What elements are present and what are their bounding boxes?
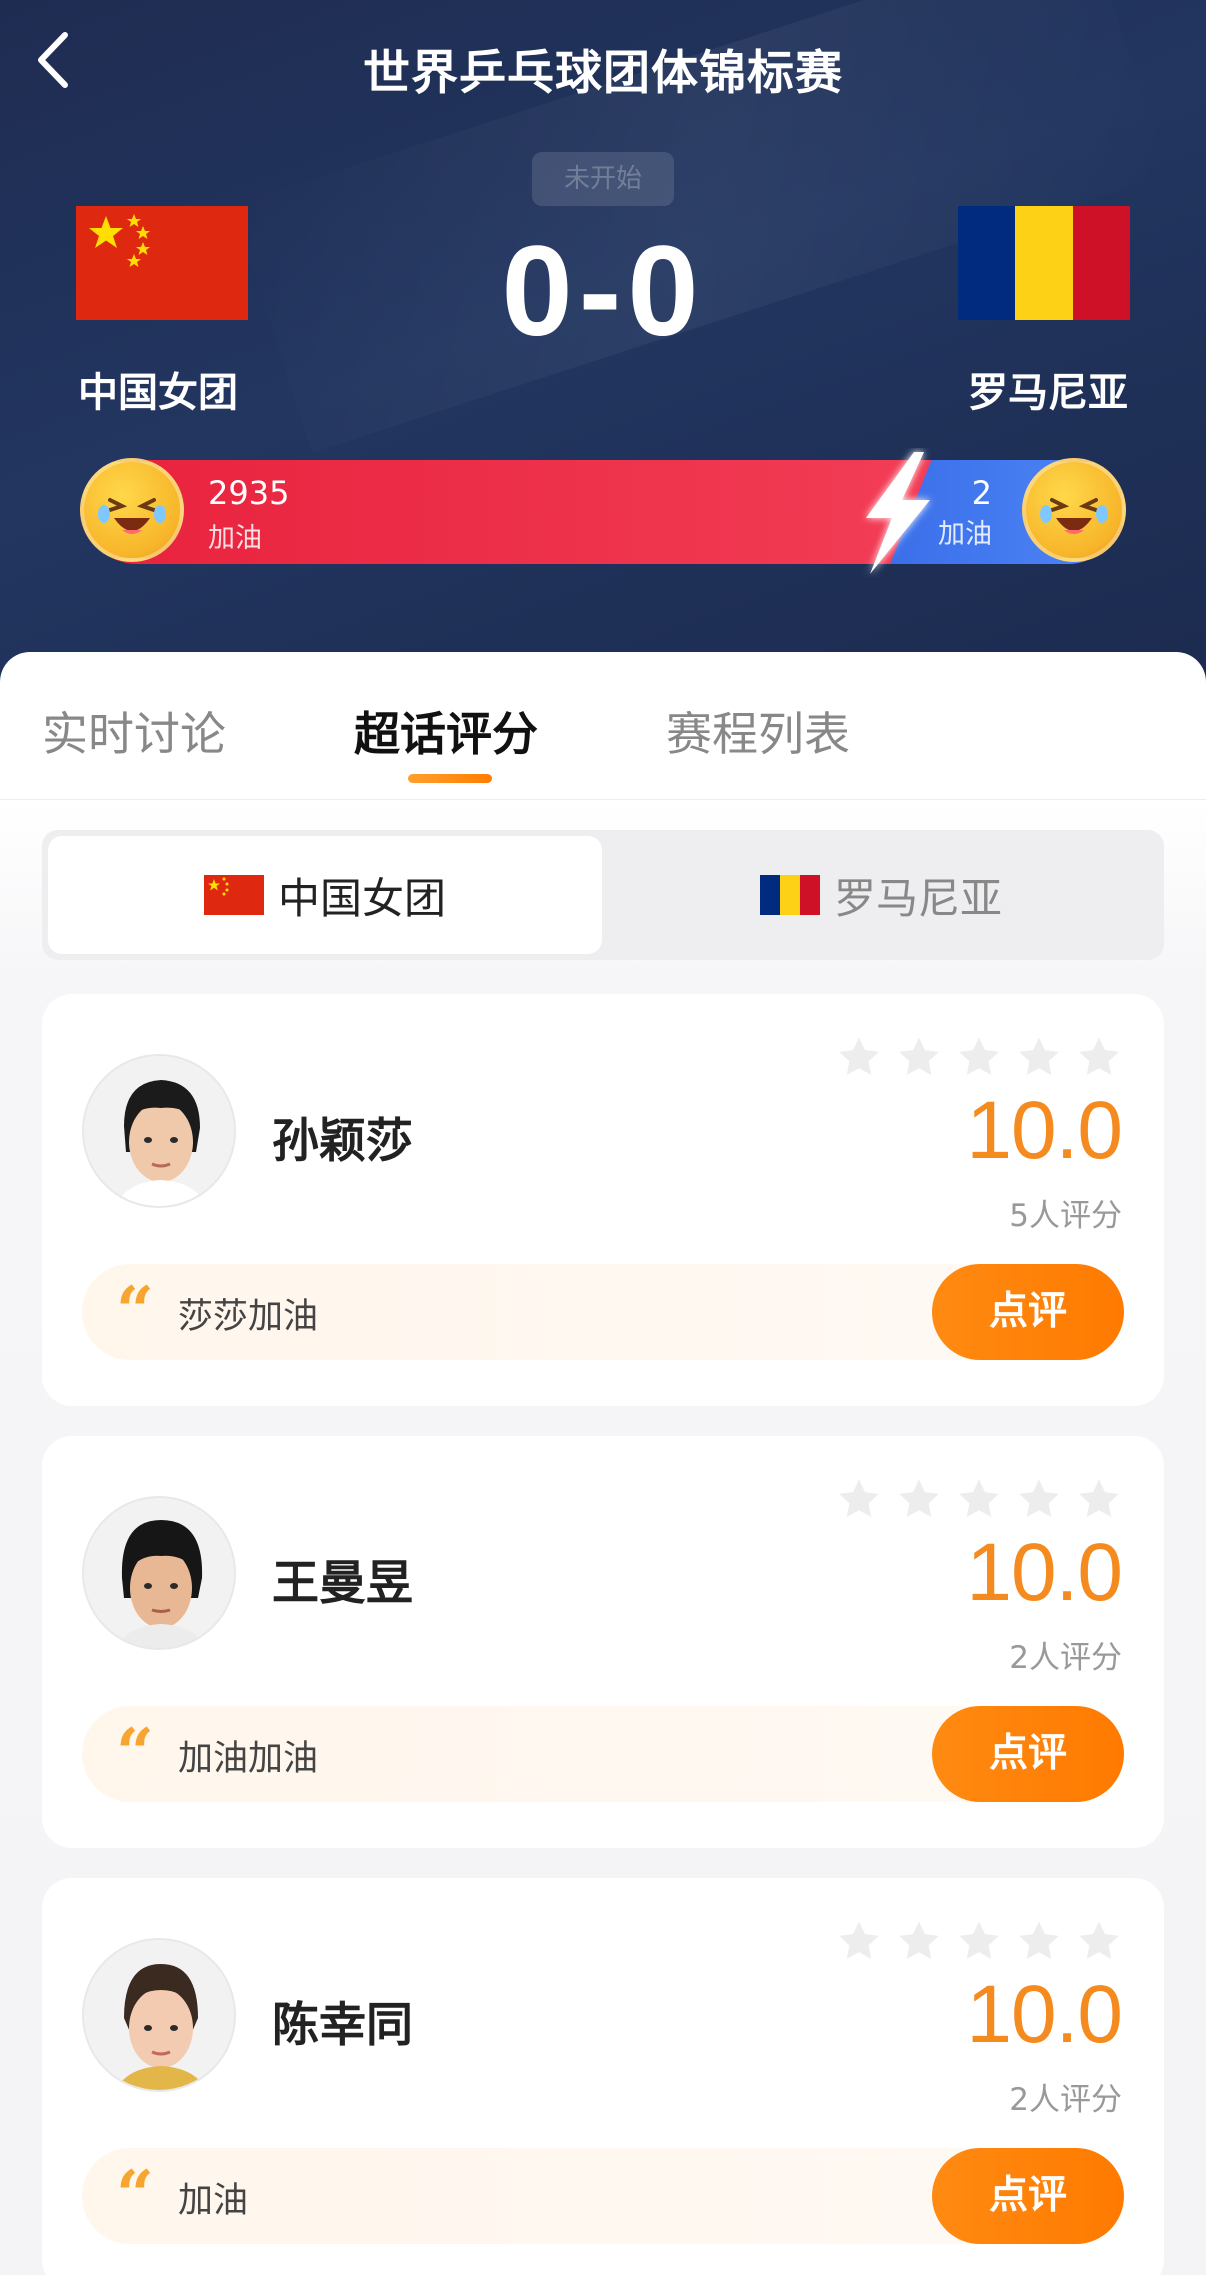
- player-name: 陈幸同: [272, 1998, 413, 2053]
- star-icon[interactable]: [956, 1476, 1002, 1522]
- comment-row[interactable]: “ 加油 点评: [82, 2148, 1124, 2244]
- home-support-count: 2935: [208, 474, 290, 512]
- star-icon[interactable]: [836, 1034, 882, 1080]
- star-icon[interactable]: [1016, 1918, 1062, 1964]
- star-icon[interactable]: [1076, 1918, 1122, 1964]
- player-card: 王曼昱 10.0 2人评分 “ 加油加油 点评: [42, 1436, 1164, 1848]
- player-avatar[interactable]: [82, 1938, 236, 2092]
- player-rating: 10.0: [966, 1527, 1123, 1618]
- romania-flag-icon: [759, 875, 820, 915]
- toggle-home-team[interactable]: 中国女团: [48, 836, 602, 954]
- team-toggle: 中国女团 罗马尼亚: [42, 830, 1164, 960]
- star-icon[interactable]: [836, 1476, 882, 1522]
- top-comment: 加油: [178, 2181, 249, 2221]
- laughing-face-icon: [98, 498, 166, 534]
- toggle-away-label: 罗马尼亚: [833, 873, 1002, 923]
- match-score: 0-0: [501, 220, 705, 363]
- player-card: 陈幸同 10.0 2人评分 “ 加油 点评: [42, 1878, 1164, 2275]
- player-card: 孙颖莎 10.0 5人评分 “ 莎莎加油 点评: [42, 994, 1164, 1406]
- star-rating[interactable]: [836, 1476, 1122, 1522]
- star-icon[interactable]: [956, 1034, 1002, 1080]
- player-name: 孙颖莎: [272, 1114, 413, 1169]
- star-icon[interactable]: [896, 1476, 942, 1522]
- review-button[interactable]: 点评: [932, 2148, 1124, 2244]
- content-panel: 实时讨论 超话评分 赛程列表 中国女团 罗马尼亚 孙颖莎 10.0 5人评分 “…: [0, 652, 1206, 2275]
- away-support-label: 加油: [938, 519, 992, 550]
- tab-bar: 实时讨论 超话评分 赛程列表: [0, 652, 1206, 800]
- player-rating: 10.0: [966, 1085, 1123, 1176]
- toggle-away-team[interactable]: 罗马尼亚: [604, 836, 1158, 954]
- rating-count: 2人评分: [1009, 1640, 1122, 1676]
- tab-schedule[interactable]: 赛程列表: [666, 698, 850, 764]
- support-bar: 2935 加油 2 加油: [80, 452, 1126, 574]
- player-avatar[interactable]: [82, 1054, 236, 1208]
- star-icon[interactable]: [1076, 1476, 1122, 1522]
- star-icon[interactable]: [896, 1034, 942, 1080]
- cheer-emoji-icon[interactable]: [80, 458, 184, 562]
- toggle-home-label: 中国女团: [277, 873, 446, 923]
- tab-live-discussion[interactable]: 实时讨论: [42, 698, 226, 764]
- cheer-emoji-icon[interactable]: [1022, 458, 1126, 562]
- comment-row[interactable]: “ 加油加油 点评: [82, 1706, 1124, 1802]
- away-team-name: 罗马尼亚: [968, 370, 1128, 416]
- lightning-icon: [866, 452, 930, 574]
- star-icon[interactable]: [956, 1918, 1002, 1964]
- star-rating[interactable]: [836, 1918, 1122, 1964]
- player-avatar[interactable]: [82, 1496, 236, 1650]
- match-status-badge: 未开始: [532, 152, 674, 206]
- rating-count: 2人评分: [1009, 2082, 1122, 2118]
- star-icon[interactable]: [1076, 1034, 1122, 1080]
- star-icon[interactable]: [836, 1918, 882, 1964]
- player-name: 王曼昱: [272, 1556, 413, 1611]
- quote-icon: “: [116, 1714, 154, 1792]
- comment-row[interactable]: “ 莎莎加油 点评: [82, 1264, 1124, 1360]
- top-comment: 莎莎加油: [178, 1297, 319, 1337]
- china-flag-icon: [203, 875, 264, 915]
- match-header: 世界乒乓球团体锦标赛 未开始 0-0 中国女团 罗马尼亚 2935 加油 2 加…: [0, 0, 1206, 700]
- laughing-face-icon: [1040, 498, 1108, 534]
- review-button[interactable]: 点评: [932, 1264, 1124, 1360]
- rating-count: 5人评分: [1009, 1198, 1122, 1234]
- star-icon[interactable]: [1016, 1476, 1062, 1522]
- star-icon[interactable]: [896, 1918, 942, 1964]
- away-support-count: 2: [971, 474, 992, 512]
- quote-icon: “: [116, 2156, 154, 2234]
- home-team-name: 中国女团: [78, 370, 238, 416]
- quote-icon: “: [116, 1272, 154, 1350]
- star-icon[interactable]: [1016, 1034, 1062, 1080]
- active-tab-indicator: [408, 774, 492, 783]
- player-rating: 10.0: [966, 1969, 1123, 2060]
- home-support-label: 加油: [208, 523, 262, 554]
- tab-rating[interactable]: 超话评分: [354, 698, 538, 764]
- top-comment: 加油加油: [178, 1739, 319, 1779]
- review-button[interactable]: 点评: [932, 1706, 1124, 1802]
- page-title: 世界乒乓球团体锦标赛: [363, 46, 843, 101]
- star-rating[interactable]: [836, 1034, 1122, 1080]
